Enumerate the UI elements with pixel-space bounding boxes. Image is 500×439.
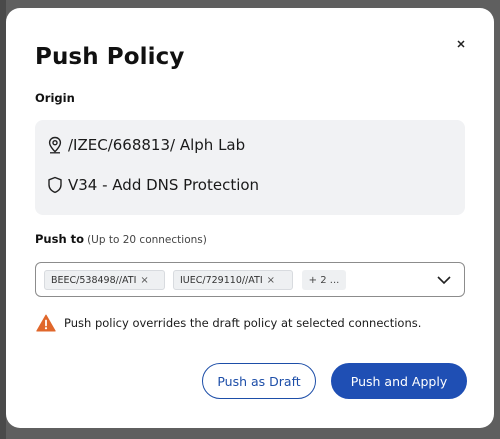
connection-chip-label: BEEC/538498//ATI bbox=[51, 274, 137, 286]
push-to-hint: (Up to 20 connections) bbox=[87, 234, 207, 246]
push-as-draft-button[interactable]: Push as Draft bbox=[202, 363, 316, 399]
origin-policy-row: V34 - Add DNS Protection bbox=[47, 176, 259, 194]
chevron-down-icon[interactable] bbox=[436, 274, 452, 286]
remove-chip-icon[interactable]: × bbox=[267, 275, 275, 286]
origin-location-text: /IZEC/668813/ Alph Lab bbox=[68, 136, 246, 154]
push-to-label: Push to (Up to 20 connections) bbox=[35, 232, 207, 246]
warning-text: Push policy overrides the draft policy a… bbox=[64, 316, 422, 330]
origin-box: /IZEC/668813/ Alph Lab V34 - Add DNS Pro… bbox=[35, 120, 465, 215]
origin-policy-text: V34 - Add DNS Protection bbox=[68, 176, 260, 194]
location-pin-icon bbox=[48, 136, 62, 154]
shield-icon bbox=[48, 176, 62, 194]
connection-chip: BEEC/538498//ATI × bbox=[44, 270, 165, 290]
close-icon[interactable] bbox=[454, 37, 468, 51]
push-policy-dialog: Push Policy Origin /IZEC/668813/ Alph La… bbox=[6, 8, 494, 428]
dialog-title: Push Policy bbox=[35, 44, 185, 70]
remove-chip-icon[interactable]: × bbox=[140, 275, 148, 286]
push-to-title: Push to bbox=[35, 232, 85, 246]
more-connections-badge[interactable]: + 2 ... bbox=[302, 270, 346, 290]
connection-chip: IUEC/729110//ATI × bbox=[173, 270, 293, 290]
push-and-apply-button[interactable]: Push and Apply bbox=[331, 363, 467, 399]
origin-location-row: /IZEC/668813/ Alph Lab bbox=[47, 136, 245, 154]
connection-chip-label: IUEC/729110//ATI bbox=[180, 274, 263, 286]
origin-label: Origin bbox=[35, 91, 75, 105]
connections-select[interactable]: BEEC/538498//ATI × IUEC/729110//ATI × + … bbox=[35, 262, 465, 297]
warning-icon bbox=[36, 314, 56, 332]
